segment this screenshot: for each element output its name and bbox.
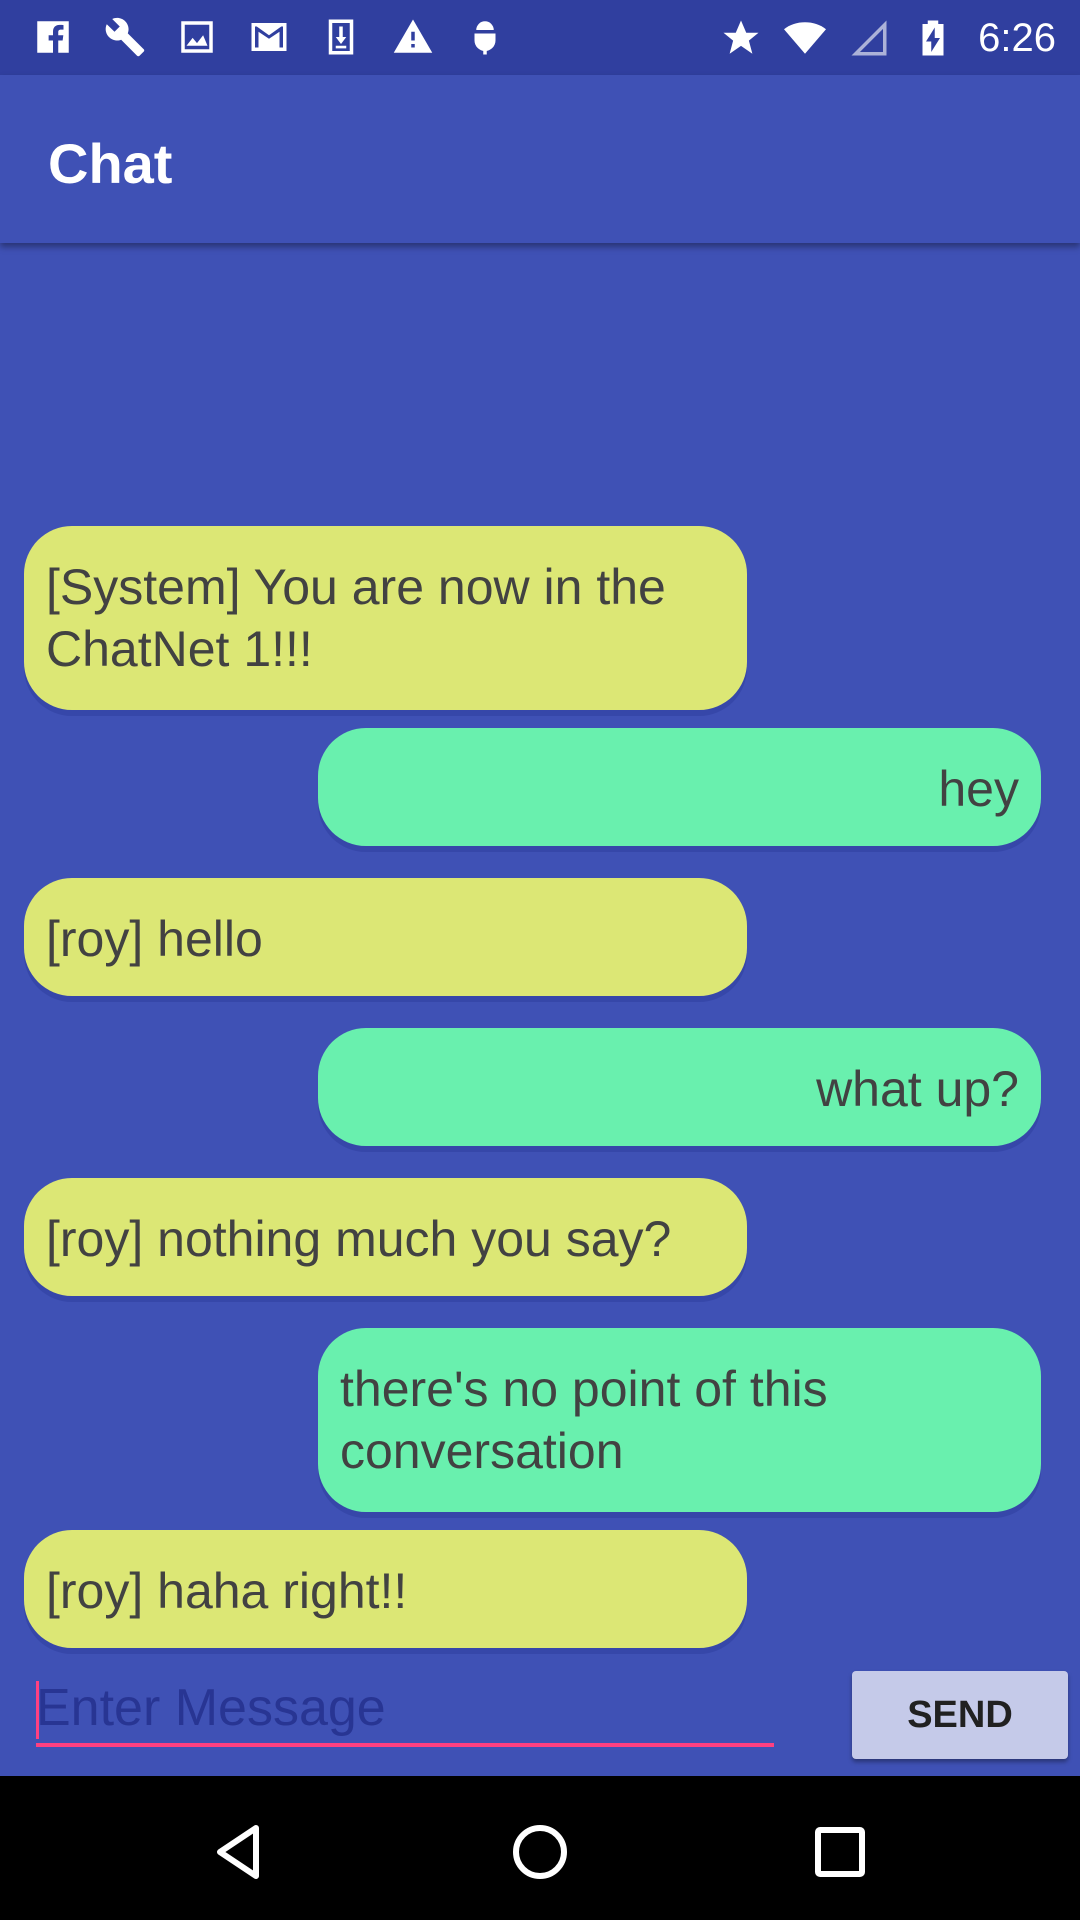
chat-message-list[interactable]: [System] You are now in the ChatNet 1!!!… <box>0 243 1080 1653</box>
star-icon <box>718 15 764 61</box>
message-composer: SEND <box>0 1653 1080 1776</box>
message-text: there's no point of this conversation <box>340 1361 828 1479</box>
message-bubble-outgoing: what up? <box>318 1028 1041 1146</box>
image-icon <box>174 14 220 60</box>
battery-charging-icon <box>910 15 956 61</box>
message-bubble-incoming: [System] You are now in the ChatNet 1!!! <box>24 526 747 710</box>
message-text: [System] You are now in the ChatNet 1!!! <box>46 559 666 677</box>
app-bar: Chat <box>0 75 1080 243</box>
facebook-icon <box>30 14 76 60</box>
message-bubble-incoming: [roy] haha right!! <box>24 1530 747 1648</box>
clock: 6:26 <box>978 16 1056 60</box>
wifi-icon <box>782 15 828 61</box>
home-icon[interactable] <box>500 1812 580 1892</box>
message-text: hey <box>938 761 1019 817</box>
message-text: [roy] hello <box>46 911 263 967</box>
gmail-icon <box>246 14 292 60</box>
text-cursor <box>36 1681 39 1739</box>
send-button[interactable]: SEND <box>852 1671 1068 1759</box>
message-bubble-incoming: [roy] hello <box>24 878 747 996</box>
android-icon <box>462 14 508 60</box>
navigation-bar <box>0 1776 1080 1920</box>
cell-signal-icon <box>846 15 892 61</box>
message-bubble-outgoing: hey <box>318 728 1041 846</box>
message-text: [roy] nothing much you say? <box>46 1211 672 1267</box>
wrench-icon <box>102 14 148 60</box>
message-text: what up? <box>816 1061 1019 1117</box>
back-icon[interactable] <box>200 1812 280 1892</box>
message-input[interactable] <box>36 1673 774 1747</box>
page-title: Chat <box>48 132 173 195</box>
message-bubble-incoming: [roy] nothing much you say? <box>24 1178 747 1296</box>
status-bar: 6:26 <box>0 0 1080 75</box>
message-bubble-outgoing: there's no point of this conversation <box>318 1328 1041 1512</box>
warning-icon <box>390 14 436 60</box>
message-text: [roy] haha right!! <box>46 1563 408 1619</box>
recents-icon[interactable] <box>800 1812 880 1892</box>
download-icon <box>318 14 364 60</box>
